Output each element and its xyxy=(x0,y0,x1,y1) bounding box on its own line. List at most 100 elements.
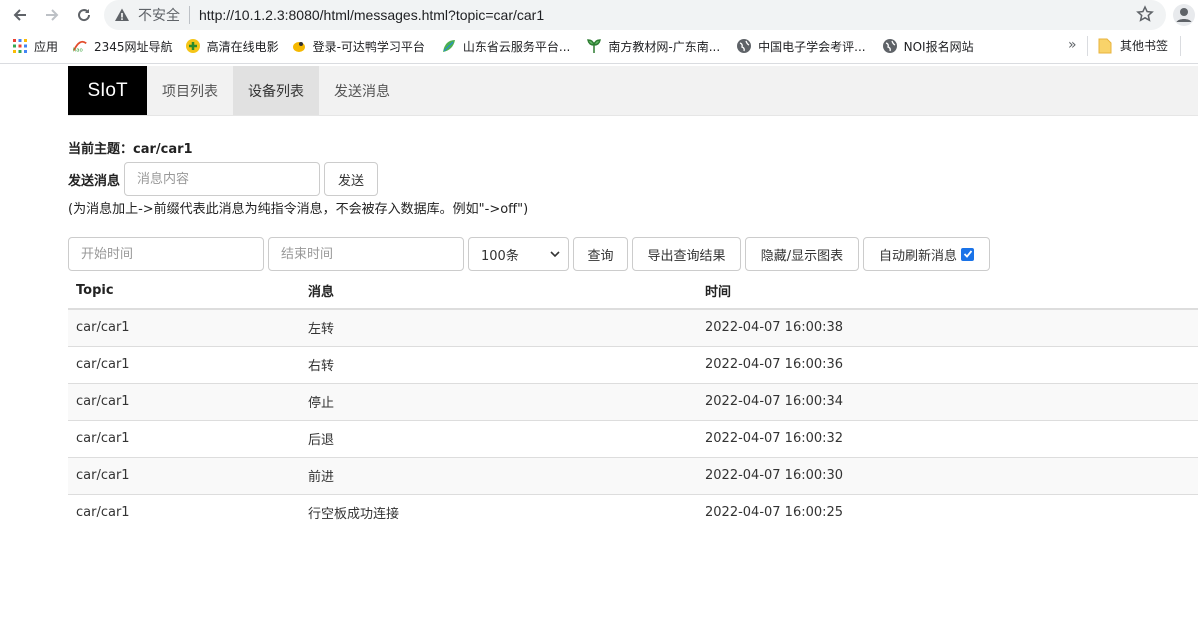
table-row: car/car1 后退 2022-04-07 16:00:32 xyxy=(68,419,1198,457)
start-time-input[interactable] xyxy=(68,237,264,271)
send-button[interactable]: 发送 xyxy=(324,162,379,196)
auto-refresh-label: 自动刷新消息 xyxy=(878,248,957,264)
column-header-time: 时间 xyxy=(697,272,1198,310)
bookmarks-bar: 应用 hao 2345网址导航 高清在线电影 登录-可达鸭学习平台 山东省云服务… xyxy=(0,32,1198,60)
messages-table: Topic 消息 时间 car/car1 左转 2022-04-07 16:00… xyxy=(68,272,1198,531)
send-message-row: 发送消息 发送 xyxy=(68,162,379,196)
cell-topic: car/car1 xyxy=(68,493,300,531)
bookmark-label: 登录-可达鸭学习平台 xyxy=(312,39,425,54)
forward-button[interactable] xyxy=(36,0,68,30)
cell-time: 2022-04-07 16:00:36 xyxy=(697,345,1198,383)
table-row: car/car1 前进 2022-04-07 16:00:30 xyxy=(68,456,1198,494)
globe-icon xyxy=(882,38,898,54)
end-time-input[interactable] xyxy=(268,237,464,271)
bookmark-nanfang[interactable]: 南方教材网-广东南... xyxy=(586,38,720,55)
star-icon[interactable] xyxy=(1136,5,1154,27)
leaf-icon xyxy=(441,38,457,54)
bookmarks-divider xyxy=(1087,36,1088,56)
cell-topic: car/car1 xyxy=(68,419,300,457)
table-header-row: Topic 消息 时间 xyxy=(68,272,1198,310)
column-header-topic: Topic xyxy=(68,272,300,310)
cell-message: 后退 xyxy=(300,419,697,457)
nav-projects[interactable]: 项目列表 xyxy=(147,66,233,115)
folder-label: 其他书签 xyxy=(1120,39,1169,53)
apps-grid-icon xyxy=(12,38,28,54)
cell-message: 左转 xyxy=(300,308,697,346)
nav-send-message[interactable]: 发送消息 xyxy=(319,66,405,115)
bookmark-label: NOI报名网站 xyxy=(903,39,974,54)
filter-row: 100条 查询 导出查询结果 隐藏/显示图表 自动刷新消息 xyxy=(68,237,990,271)
bookmark-label: 中国电子学会考评... xyxy=(758,39,866,54)
bookmark-label: 山东省云服务平台... xyxy=(462,39,571,54)
profile-icon[interactable] xyxy=(1172,3,1196,31)
bookmarks-overflow-button[interactable]: » xyxy=(1068,37,1077,53)
arrow-left-icon xyxy=(13,9,26,21)
security-label: 不安全 xyxy=(138,8,180,24)
arrow-right-icon xyxy=(46,9,59,21)
cell-time: 2022-04-07 16:00:30 xyxy=(697,456,1198,494)
svg-text:hao: hao xyxy=(73,47,83,53)
bookmark-shandong[interactable]: 山东省云服务平台... xyxy=(441,38,570,55)
duck-icon xyxy=(291,38,307,54)
reload-button[interactable] xyxy=(68,0,100,30)
count-select-value: 100条 xyxy=(481,248,519,264)
cell-topic: car/car1 xyxy=(68,382,300,420)
message-input[interactable] xyxy=(124,162,321,196)
export-button[interactable]: 导出查询结果 xyxy=(632,237,741,271)
bookmark-noi[interactable]: NOI报名网站 xyxy=(882,38,974,55)
cell-topic: car/car1 xyxy=(68,308,300,346)
url-text: http://10.1.2.3:8080/html/messages.html?… xyxy=(199,7,545,23)
check-icon xyxy=(963,250,972,258)
chevron-down-icon xyxy=(550,251,560,258)
bookmark-label: 应用 xyxy=(34,39,59,54)
send-hint: (为消息加上->前缀代表此消息为纯指令消息，不会被存入数据库。例如"->off"… xyxy=(68,202,529,217)
globe-icon xyxy=(736,38,752,54)
plus-circle-icon xyxy=(185,38,201,54)
bookmark-kedaya[interactable]: 登录-可达鸭学习平台 xyxy=(291,38,425,55)
bookmark-label: 高清在线电影 xyxy=(206,39,279,54)
table-row: car/car1 左转 2022-04-07 16:00:38 xyxy=(68,308,1198,346)
toggle-chart-button[interactable]: 隐藏/显示图表 xyxy=(745,237,859,271)
current-topic: 当前主题：car/car1 xyxy=(68,142,193,157)
other-bookmarks-folder[interactable]: 其他书签 xyxy=(1098,37,1168,54)
bookmark-label: 南方教材网-广东南... xyxy=(608,39,721,54)
bookmark-label: 2345网址导航 xyxy=(94,39,173,54)
table-row: car/car1 右转 2022-04-07 16:00:36 xyxy=(68,345,1198,383)
cell-message: 停止 xyxy=(300,382,697,420)
cell-topic: car/car1 xyxy=(68,345,300,383)
sprout-icon xyxy=(586,38,602,54)
back-button[interactable] xyxy=(4,0,36,30)
auto-refresh-checkbox[interactable] xyxy=(961,247,974,261)
bookmark-apps[interactable]: 应用 xyxy=(12,38,58,55)
table-row: car/car1 停止 2022-04-07 16:00:34 xyxy=(68,382,1198,420)
bookmarks-divider xyxy=(1180,36,1181,56)
cell-time: 2022-04-07 16:00:38 xyxy=(697,308,1198,346)
count-select[interactable]: 100条 xyxy=(468,237,569,271)
bookmark-movies[interactable]: 高清在线电影 xyxy=(185,38,279,55)
cell-message: 前进 xyxy=(300,456,697,494)
address-bar[interactable]: 不安全 http://10.1.2.3:8080/html/messages.h… xyxy=(104,0,1166,30)
bookmark-2345[interactable]: hao 2345网址导航 xyxy=(72,38,173,55)
cell-message: 右转 xyxy=(300,345,697,383)
folder-icon xyxy=(1098,38,1112,54)
browser-toolbar: 不安全 http://10.1.2.3:8080/html/messages.h… xyxy=(0,0,1198,30)
nav-devices[interactable]: 设备列表 xyxy=(233,66,319,115)
app-navbar: SIoT 项目列表 设备列表 发送消息 xyxy=(68,66,1198,116)
cell-time: 2022-04-07 16:00:25 xyxy=(697,493,1198,531)
cell-message: 行空板成功连接 xyxy=(300,493,697,531)
brand-logo[interactable]: SIoT xyxy=(68,66,147,115)
cell-topic: car/car1 xyxy=(68,456,300,494)
omnibox-divider xyxy=(189,6,190,24)
auto-refresh-toggle[interactable]: 自动刷新消息 xyxy=(863,237,990,271)
table-row: car/car1 行空板成功连接 2022-04-07 16:00:25 xyxy=(68,493,1198,531)
send-label: 发送消息 xyxy=(68,173,121,189)
query-button[interactable]: 查询 xyxy=(573,237,628,271)
cell-time: 2022-04-07 16:00:32 xyxy=(697,419,1198,457)
chrome-divider xyxy=(0,63,1198,64)
warning-icon xyxy=(114,7,136,23)
column-header-message: 消息 xyxy=(300,272,697,310)
bookmark-cie[interactable]: 中国电子学会考评... xyxy=(736,38,866,55)
cell-time: 2022-04-07 16:00:34 xyxy=(697,382,1198,420)
reload-icon xyxy=(78,9,91,22)
hao-icon: hao xyxy=(72,38,88,54)
